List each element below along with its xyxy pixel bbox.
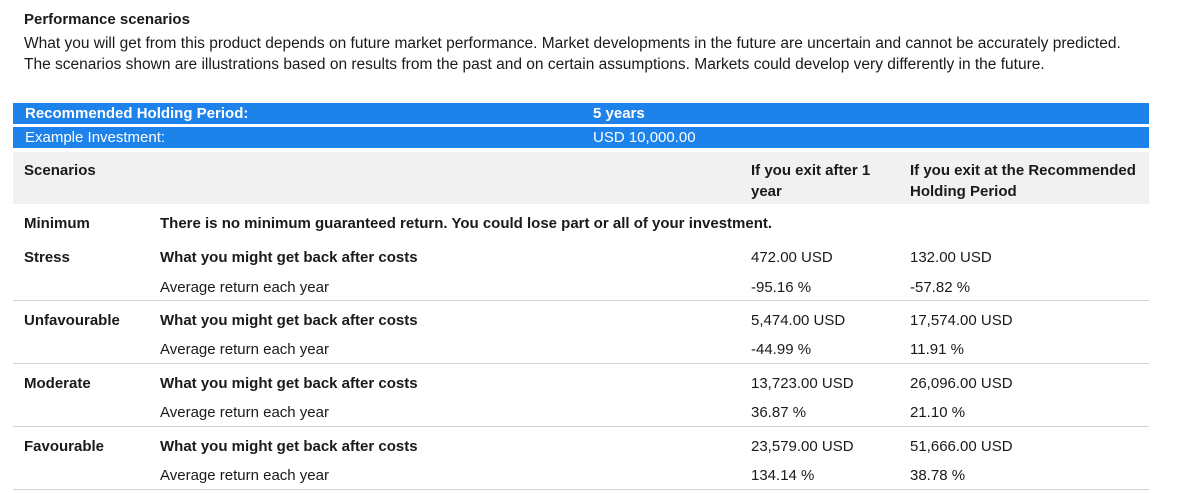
- favourable-1-year-amount: 23,579.00 USD: [751, 438, 854, 455]
- holding-period-bar: Recommended Holding Period: 5 years: [13, 103, 1149, 124]
- moderate-1-year-amount: 13,723.00 USD: [751, 375, 854, 392]
- scenario-name-moderate: Moderate: [24, 375, 91, 392]
- minimum-guarantee-text: There is no minimum guaranteed return. Y…: [160, 215, 773, 232]
- scenario-name-minimum: Minimum: [24, 215, 90, 232]
- holding-period-label: Recommended Holding Period:: [25, 105, 249, 122]
- section-title: Performance scenarios: [24, 11, 190, 28]
- header-exit-rhp: If you exit at the Recommended Holding P…: [910, 162, 1136, 200]
- favourable-costs-label: What you might get back after costs: [160, 438, 418, 455]
- favourable-return-label: Average return each year: [160, 467, 329, 484]
- scenario-name-stress: Stress: [24, 249, 70, 266]
- intro-paragraph-uncertainty: What you will get from this product depe…: [24, 35, 1121, 52]
- example-investment-bar: Example Investment: USD 10,000.00: [13, 127, 1149, 148]
- performance-scenarios-section: Performance scenarios What you will get …: [0, 0, 1200, 493]
- unfavourable-1-year-return: -44.99 %: [751, 341, 812, 358]
- unfavourable-1-year-amount: 5,474.00 USD: [751, 312, 846, 329]
- scenario-name-unfavourable: Unfavourable: [24, 312, 120, 329]
- stress-costs-label: What you might get back after costs: [160, 249, 418, 266]
- header-scenarios: Scenarios: [24, 162, 96, 179]
- unfavourable-return-label: Average return each year: [160, 341, 329, 358]
- example-investment-label: Example Investment:: [25, 129, 166, 146]
- moderate-return-label: Average return each year: [160, 404, 329, 421]
- stress-rhp-amount: 132.00 USD: [910, 249, 992, 266]
- moderate-1-year-return: 36.87 %: [751, 404, 807, 421]
- favourable-rhp-amount: 51,666.00 USD: [910, 438, 1013, 455]
- intro-paragraph-illustration: The scenarios shown are illustrations ba…: [24, 55, 1045, 73]
- moderate-rhp-return: 21.10 %: [910, 404, 966, 421]
- favourable-rhp-return: 38.78 %: [910, 467, 966, 484]
- moderate-rhp-amount: 26,096.00 USD: [910, 375, 1013, 392]
- stress-1-year-amount: 472.00 USD: [751, 249, 833, 266]
- table-header: Scenarios If you exit after 1 year If yo…: [13, 152, 1149, 204]
- favourable-1-year-return: 134.14 %: [751, 467, 815, 484]
- row-divider: [13, 363, 1149, 364]
- stress-1-year-return: -95.16 %: [751, 279, 812, 296]
- unfavourable-costs-label: What you might get back after costs: [160, 312, 418, 329]
- row-divider: [13, 489, 1149, 490]
- stress-rhp-return: -57.82 %: [910, 279, 971, 296]
- holding-period-value: 5 years: [593, 105, 645, 122]
- moderate-costs-label: What you might get back after costs: [160, 375, 418, 392]
- row-divider: [13, 300, 1149, 301]
- scenario-name-favourable: Favourable: [24, 438, 105, 455]
- example-investment-value: USD 10,000.00: [593, 129, 696, 146]
- header-exit-1-year: If you exit after 1 year: [751, 162, 871, 200]
- unfavourable-rhp-amount: 17,574.00 USD: [910, 312, 1013, 329]
- intro-text: What you will get from this product depe…: [24, 34, 1124, 75]
- stress-return-label: Average return each year: [160, 279, 329, 296]
- row-divider: [13, 426, 1149, 427]
- unfavourable-rhp-return: 11.91 %: [910, 341, 964, 358]
